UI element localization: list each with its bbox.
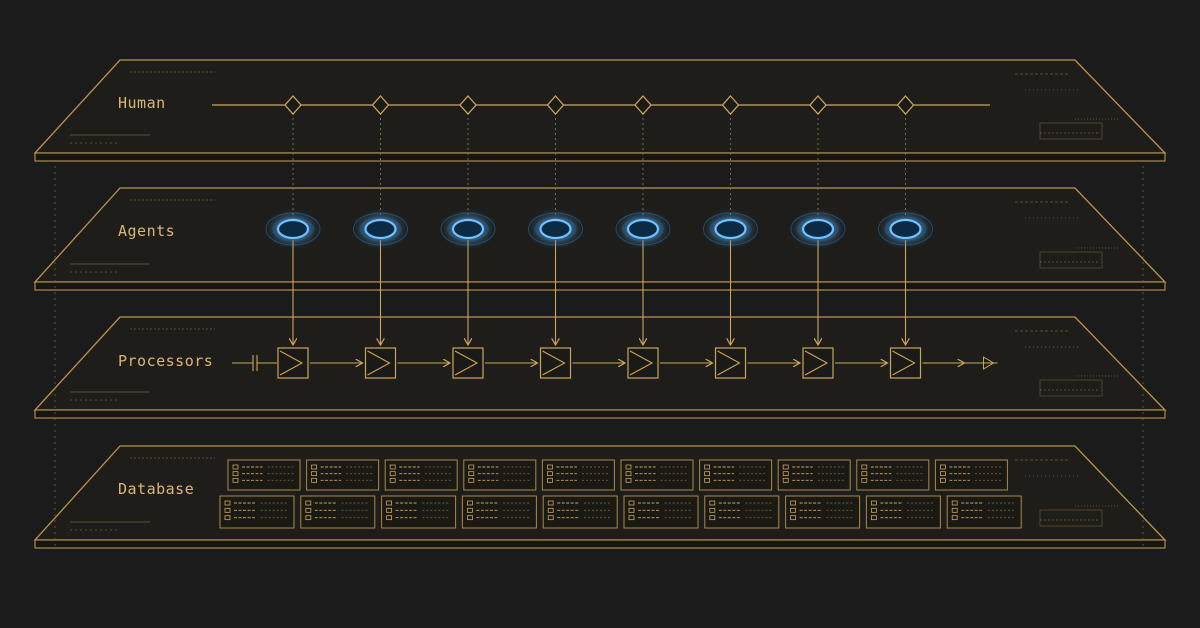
layer-panel-edge [34,152,1166,162]
database-table [219,495,295,529]
database-table-frame [856,459,930,491]
database-table-frame [542,495,618,529]
database-table [463,459,537,491]
database-table-frame [934,459,1008,491]
database-table-frame [777,459,851,491]
database-table-frame [620,459,694,491]
database-table [704,495,780,529]
database-table-frame [463,459,537,491]
database-table-frame [227,459,301,491]
layer-panel-agents [33,187,1167,291]
database-table-frame [219,495,295,529]
database-table [623,495,699,529]
database-table [227,459,301,491]
agent-node [539,218,572,240]
database-table-frame [699,459,773,491]
database-table-frame [384,459,458,491]
database-table-frame [785,495,861,529]
database-table-frame [300,495,376,529]
agent-node [626,218,660,240]
database-table [541,459,615,491]
database-table [306,459,380,491]
agent-node [714,218,747,240]
database-table [461,495,537,529]
database-table-frame [623,495,699,529]
layer-panel-face [33,187,1167,283]
database-table [699,459,773,491]
database-table [856,459,930,491]
database-table [777,459,851,491]
layer-label-agents: Agents [118,222,175,240]
database-table [934,459,1008,491]
layer-label-processors: Processors [118,352,213,370]
database-table-frame [946,495,1022,529]
database-table [384,459,458,491]
layer-panel-human [33,59,1167,162]
layer-panel-edge [34,539,1166,549]
layer-label-database: Database [118,480,194,498]
agent-node [364,218,397,240]
agent-node [889,218,922,240]
database-table-frame [306,459,380,491]
layer-panel-edge [34,409,1166,419]
database-table [542,495,618,529]
database-table-frame [865,495,941,529]
agent-node [276,218,310,240]
database-table-frame [381,495,457,529]
database-table [946,495,1022,529]
database-table-frame [461,495,537,529]
database-table [865,495,941,529]
agent-node [451,218,485,240]
layer-label-human: Human [118,94,166,112]
database-table [620,459,694,491]
database-table [785,495,861,529]
layer-panel-edge [34,281,1166,291]
layer-panel-face [33,59,1167,154]
database-table [381,495,457,529]
database-table-frame [704,495,780,529]
database-table-frame [541,459,615,491]
layered-architecture-diagram: Human Agents Processors Database [33,59,1167,550]
database-table [300,495,376,529]
agent-node [801,218,835,240]
